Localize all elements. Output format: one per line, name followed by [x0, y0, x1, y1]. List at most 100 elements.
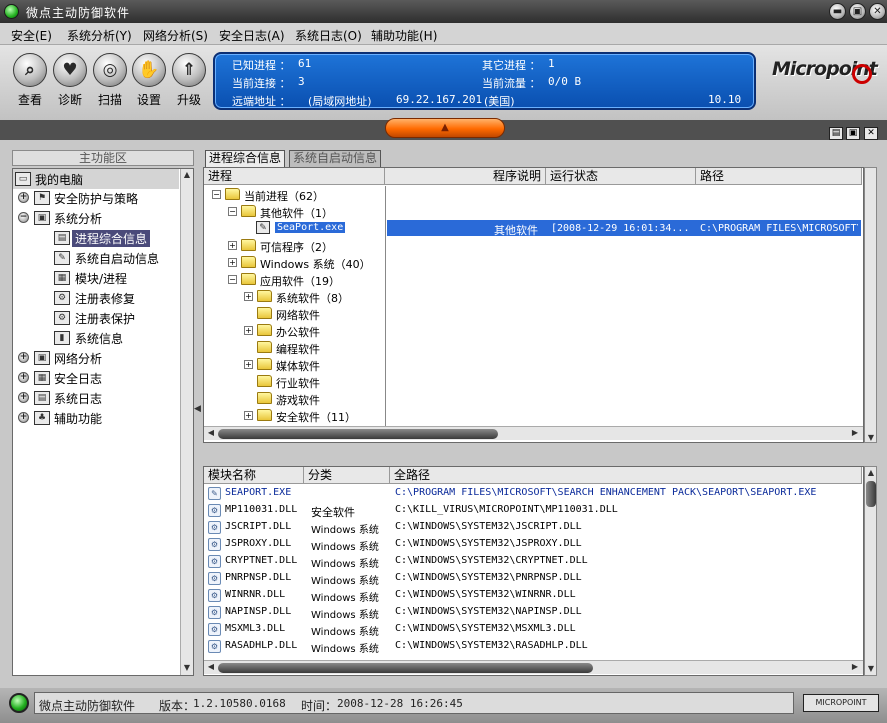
scroll-right-icon[interactable]: ▶ [849, 661, 861, 673]
scroll-thumb[interactable] [866, 481, 876, 507]
menu-system-analysis[interactable]: 系统分析(Y) [67, 27, 132, 44]
tab-process-info[interactable]: 进程综合信息 [205, 150, 286, 167]
tree-item-system-log[interactable]: + ▤ 系统日志 [13, 388, 179, 408]
expand-icon[interactable]: + [244, 360, 253, 369]
scroll-down-icon[interactable]: ▼ [865, 663, 877, 675]
expand-icon[interactable]: + [228, 258, 237, 267]
table-row[interactable]: ⚙ NAPINSP.DLL Windows 系统 C:\WINDOWS\SYST… [204, 604, 862, 621]
view-button[interactable]: ⌕ 查看 [10, 53, 50, 108]
status-field: 微点主动防御软件 版本： 1.2.10580.0168 时间： 2008-12-… [34, 692, 794, 714]
known-process-value: 61 [298, 57, 312, 70]
scroll-down-icon[interactable]: ▼ [181, 662, 193, 674]
collapse-icon[interactable]: − [228, 207, 237, 216]
table-row[interactable]: ⚙ MP110031.DLL 安全软件 C:\KILL_VIRUS\MICROP… [204, 502, 862, 519]
collapse-toolbar-button[interactable]: ▲ [385, 118, 505, 138]
collapse-icon[interactable]: − [212, 190, 221, 199]
close-button[interactable]: ✕ [869, 3, 886, 20]
folder-icon [257, 307, 272, 319]
table-row[interactable]: ⚙ PNRPNSP.DLL Windows 系统 C:\WINDOWS\SYST… [204, 570, 862, 587]
expand-icon[interactable]: + [244, 411, 253, 420]
scan-button[interactable]: ◎ 扫描 [90, 53, 130, 108]
expand-icon[interactable]: + [18, 412, 29, 423]
column-header-status[interactable]: 运行状态 [546, 168, 696, 185]
tree-item-my-computer[interactable]: ▭ 我的电脑 [13, 169, 179, 189]
menu-system-log[interactable]: 系统日志(O) [295, 27, 362, 44]
minimize-button[interactable]: ▬ [829, 3, 846, 20]
menu-network-analysis[interactable]: 网络分析(S) [143, 27, 208, 44]
title-bar[interactable]: 微点主动防御软件 ▬ ▣ ✕ [0, 0, 887, 23]
module-vscroll[interactable]: ▲ ▼ [864, 466, 877, 676]
table-row[interactable]: ⚙ WINRNR.DLL Windows 系统 C:\WINDOWS\SYSTE… [204, 587, 862, 604]
tree-item-system-analysis[interactable]: − ▣ 系统分析 [13, 208, 179, 228]
table-row[interactable]: ⚙ RASADHLP.DLL Windows 系统 C:\WINDOWS\SYS… [204, 638, 862, 655]
expand-icon[interactable]: + [244, 292, 253, 301]
expand-icon[interactable]: + [18, 392, 29, 403]
scroll-up-icon[interactable]: ▲ [181, 169, 193, 181]
tree-item-auxiliary[interactable]: + ♣ 辅助功能 [13, 408, 179, 428]
expand-icon[interactable]: + [244, 326, 253, 335]
tree-node-label: 编程软件 [276, 343, 320, 356]
tree-item-label: 系统信息 [75, 332, 124, 346]
tree-item-security-log[interactable]: + ▦ 安全日志 [13, 368, 179, 388]
menu-security-log[interactable]: 安全日志(A) [219, 27, 285, 44]
column-header-process[interactable]: 进程 [204, 168, 385, 185]
layout-view-icon[interactable]: ▤ [829, 127, 843, 140]
dll-icon: ⚙ [208, 555, 221, 568]
scroll-left-icon[interactable]: ◀ [205, 427, 217, 439]
scroll-left-icon[interactable]: ◀ [205, 661, 217, 673]
tree-item-process-info[interactable]: ▤ 进程综合信息 [13, 228, 179, 248]
process-hscroll[interactable]: ◀ ▶ [204, 426, 863, 440]
menu-security[interactable]: 安全(E) [11, 27, 52, 44]
connection-label: 当前连接 ： [232, 77, 291, 90]
tree-item-system-info[interactable]: ▮ 系统信息 [13, 328, 179, 348]
module-category: 安全软件 [311, 506, 355, 519]
column-header-description[interactable]: 程序说明 [385, 168, 546, 185]
tree-item-registry-repair[interactable]: ⚙ 注册表修复 [13, 288, 179, 308]
table-row[interactable]: ⚙ JSPROXY.DLL Windows 系统 C:\WINDOWS\SYST… [204, 536, 862, 553]
scroll-up-icon[interactable]: ▲ [865, 467, 877, 479]
upgrade-button[interactable]: ⇑ 升级 [169, 53, 209, 108]
menu-auxiliary[interactable]: 辅助功能(H) [371, 27, 437, 44]
module-category: Windows 系统 [311, 542, 379, 553]
collapse-left-pane-icon[interactable]: ◀ [194, 404, 202, 418]
tree-item-network-analysis[interactable]: + ▣ 网络分析 [13, 348, 179, 368]
left-tree-scrollbar[interactable]: ▲ ▼ [180, 169, 193, 675]
tree-node-label: 当前进程（62） [244, 190, 324, 203]
column-header-path[interactable]: 路径 [696, 168, 862, 185]
expand-icon[interactable]: + [228, 241, 237, 250]
close-view-icon[interactable]: ✕ [864, 127, 878, 140]
restore-view-icon[interactable]: ▣ [846, 127, 860, 140]
tree-item-startup-info[interactable]: ✎ 系统自启动信息 [13, 248, 179, 268]
tree-node-label: 办公软件 [276, 326, 320, 339]
module-hscroll[interactable]: ◀ ▶ [204, 660, 863, 674]
process-vscroll[interactable]: ▼ [864, 167, 877, 443]
scroll-thumb[interactable] [218, 429, 498, 439]
settings-button[interactable]: ✋ 设置 [129, 53, 169, 108]
scroll-down-icon[interactable]: ▼ [865, 432, 877, 444]
module-path: C:\PROGRAM FILES\MICROSOFT\SEARCH ENHANC… [395, 487, 817, 498]
table-row[interactable]: ⚙ JSCRIPT.DLL Windows 系统 C:\WINDOWS\SYST… [204, 519, 862, 536]
tree-item-registry-protect[interactable]: ⚙ 注册表保护 [13, 308, 179, 328]
collapse-icon[interactable]: − [18, 212, 29, 223]
expand-icon[interactable]: + [18, 372, 29, 383]
column-header-category[interactable]: 分类 [304, 467, 390, 484]
tab-startup-info[interactable]: 系统自启动信息 [289, 150, 382, 167]
scroll-right-icon[interactable]: ▶ [849, 427, 861, 439]
table-row[interactable]: ✎ SEAPORT.EXE C:\PROGRAM FILES\MICROSOFT… [204, 485, 862, 502]
process-info-panel: 进程综合信息 系统自启动信息 进程 程序说明 运行状态 路径 − 当前进程（62… [203, 148, 877, 676]
tree-item-module-process[interactable]: ▦ 模块/进程 [13, 268, 179, 288]
expand-icon[interactable]: + [18, 352, 29, 363]
column-header-module-name[interactable]: 模块名称 [204, 467, 304, 484]
maximize-button[interactable]: ▣ [849, 3, 866, 20]
exe-icon: ✎ [208, 487, 221, 500]
column-header-full-path[interactable]: 全路径 [390, 467, 862, 484]
dll-icon: ⚙ [208, 623, 221, 636]
table-row[interactable]: ⚙ CRYPTNET.DLL Windows 系统 C:\WINDOWS\SYS… [204, 553, 862, 570]
table-row[interactable]: ⚙ MSXML3.DLL Windows 系统 C:\WINDOWS\SYSTE… [204, 621, 862, 638]
diagnose-button[interactable]: ♥ 诊断 [50, 53, 90, 108]
expand-icon[interactable]: + [18, 192, 29, 203]
scroll-thumb[interactable] [218, 663, 593, 673]
dll-icon: ⚙ [208, 572, 221, 585]
tree-item-security-policy[interactable]: + ⚑ 安全防护与策略 [13, 188, 179, 208]
collapse-icon[interactable]: − [228, 275, 237, 284]
